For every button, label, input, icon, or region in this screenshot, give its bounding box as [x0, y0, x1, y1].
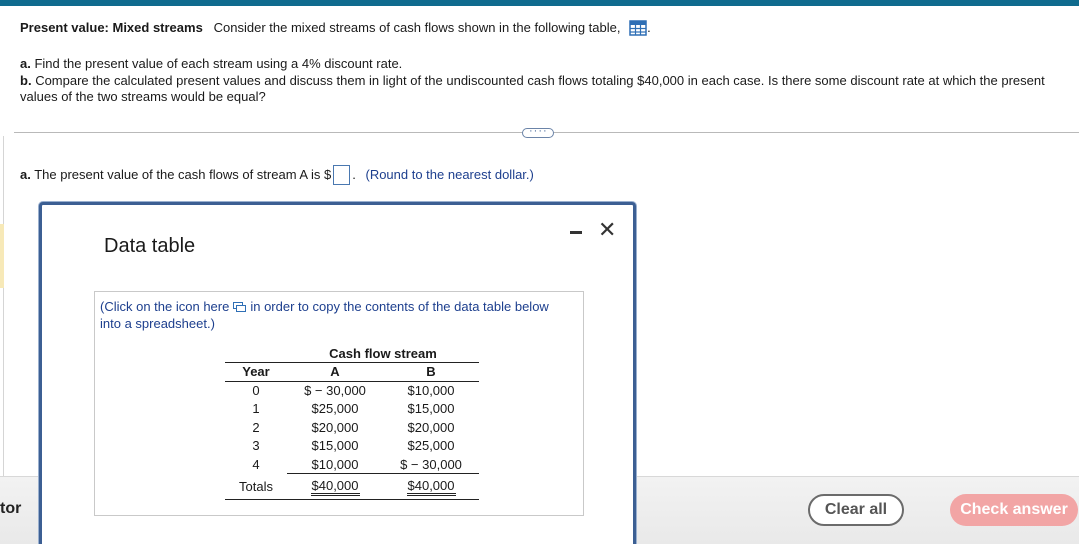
table-row: 0 $ − 30,000 $10,000 — [225, 381, 479, 400]
totals-row: Totals $40,000 $40,000 — [225, 474, 479, 500]
stream-a-cell: $20,000 — [311, 419, 359, 435]
top-accent-bar — [0, 0, 1079, 6]
year-cell: 3 — [252, 438, 260, 454]
table-row: 3 $15,000 $25,000 — [225, 437, 479, 456]
total-b: $40,000 — [406, 478, 456, 496]
minimize-icon[interactable] — [570, 231, 582, 234]
check-answer-button[interactable]: Check answer — [950, 494, 1078, 526]
part-a-text: Find the present value of each stream us… — [34, 56, 403, 71]
part-b: b. Compare the calculated present values… — [20, 73, 1070, 106]
copy-instructions: (Click on the icon here in order to copy … — [100, 298, 570, 332]
stream-b-cell: $20,000 — [407, 419, 455, 435]
totals-label: Totals — [239, 478, 273, 494]
dialog-title: Data table — [104, 235, 196, 257]
stream-a-cell: $ − 30,000 — [304, 383, 366, 398]
clear-all-button[interactable]: Clear all — [808, 494, 904, 526]
table-row: 2 $20,000 $20,000 — [225, 418, 479, 437]
problem-title-text: Consider the mixed streams of cash flows… — [213, 20, 621, 35]
data-table-panel: (Click on the icon here in order to copy … — [94, 291, 584, 516]
total-a: $40,000 — [310, 478, 360, 496]
stream-a-cell: $25,000 — [311, 401, 359, 417]
group-header: Cash flow stream — [287, 344, 479, 363]
problem-title-end: . — [647, 20, 651, 35]
col-header-b: B — [383, 362, 479, 382]
problem-title: Present value: Mixed streams Consider th… — [20, 20, 1070, 36]
cash-flow-table: Cash flow stream Year A B 0 $ − 30,000 $… — [225, 344, 479, 506]
data-table-icon[interactable] — [629, 20, 647, 36]
stream-b-cell: $15,000 — [407, 401, 455, 417]
expand-more-button[interactable]: ···· — [522, 125, 554, 138]
table-row: 1 $25,000 $15,000 — [225, 400, 479, 419]
answer-suffix: . — [352, 167, 356, 182]
part-a-label: a. — [20, 56, 31, 71]
year-cell: 4 — [252, 456, 260, 472]
answer-input[interactable] — [333, 165, 351, 185]
rounding-hint: (Round to the nearest dollar.) — [365, 167, 534, 182]
col-header-a: A — [287, 362, 383, 382]
stream-b-cell: $10,000 — [407, 383, 455, 398]
year-cell: 1 — [252, 401, 260, 417]
part-a: a. Find the present value of each stream… — [20, 56, 1070, 73]
copy-to-spreadsheet-icon[interactable] — [233, 299, 247, 312]
part-b-text: Compare the calculated present values an… — [20, 72, 1045, 105]
year-cell: 2 — [252, 419, 260, 435]
answer-prompt: a. The present value of the cash flows o… — [20, 165, 534, 185]
stream-a-cell: $15,000 — [311, 438, 359, 454]
question-parts: a. Find the present value of each stream… — [20, 56, 1070, 106]
col-header-year: Year — [225, 362, 287, 382]
problem-title-bold: Present value: Mixed streams — [20, 20, 203, 35]
stream-b-cell: $ − 30,000 — [383, 455, 479, 474]
close-icon[interactable]: ✕ — [598, 218, 616, 242]
copy-note-start: (Click on the icon here — [100, 299, 230, 314]
left-margin-rule — [3, 136, 4, 476]
year-cell: 0 — [252, 383, 260, 398]
answer-label: a. — [20, 167, 31, 182]
part-b-label: b. — [20, 72, 32, 88]
footer-left-label: tor — [0, 500, 22, 517]
problem-statement: Present value: Mixed streams Consider th… — [20, 20, 1070, 106]
table-bottom-rule — [225, 499, 479, 506]
stream-b-cell: $25,000 — [407, 438, 455, 454]
left-accent-strip — [0, 224, 4, 288]
table-row: 4 $10,000 $ − 30,000 — [225, 455, 479, 474]
data-table-dialog: Data table ✕ (Click on the icon here in o… — [39, 202, 636, 544]
stream-a-cell: $10,000 — [287, 455, 383, 474]
more-dots: ···· — [529, 125, 548, 137]
answer-prefix: The present value of the cash flows of s… — [34, 167, 332, 182]
